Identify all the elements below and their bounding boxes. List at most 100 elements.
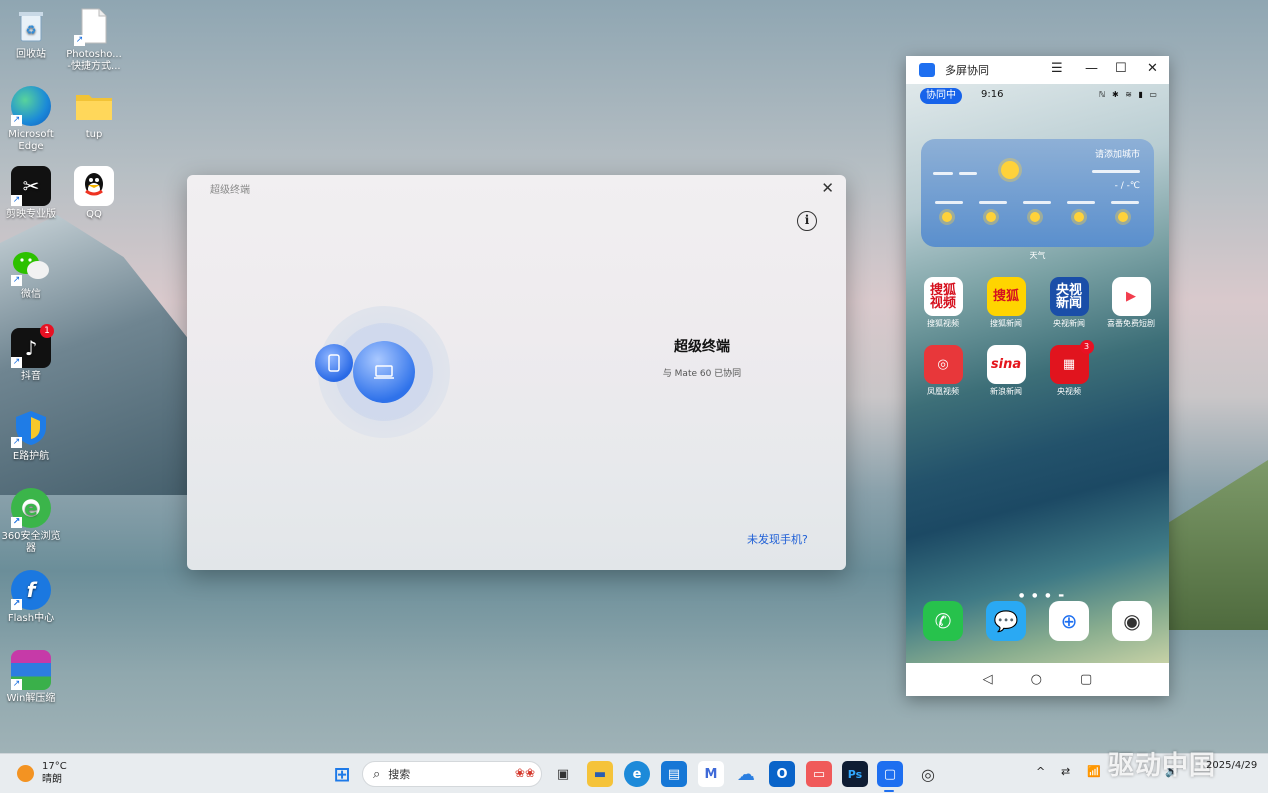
info-icon[interactable]: i: [797, 211, 817, 231]
forecast-bar: [979, 201, 1007, 204]
app-ifeng-video[interactable]: ◎ 凤凰视频: [915, 345, 971, 397]
app-cctv-news[interactable]: 央视 新闻 央视新闻: [1041, 277, 1097, 329]
shortcut-arrow-icon: ↗: [74, 35, 85, 46]
phone-device-orb[interactable]: [315, 344, 353, 382]
weather-temp: - / -℃: [1114, 181, 1140, 191]
desktop-icon-e-escort[interactable]: ↗ E路护航: [0, 408, 64, 463]
close-icon[interactable]: ✕: [821, 179, 834, 197]
shield-icon: ↗: [11, 408, 51, 448]
desktop-icon-label: QQ: [86, 209, 102, 220]
shortcut-arrow-icon: ↗: [11, 517, 22, 528]
edge-icon: ↗: [11, 86, 51, 126]
dock-messages-icon[interactable]: 💬: [986, 601, 1026, 641]
tray-network-icon[interactable]: 📶: [1087, 765, 1101, 778]
weather-city[interactable]: 请添加城市: [1095, 147, 1140, 160]
photoshop-icon[interactable]: Ps: [842, 761, 868, 787]
recents-icon[interactable]: ▢: [1080, 672, 1092, 687]
xifan-drama-icon: ▶: [1111, 277, 1151, 316]
multiscreen-taskbar-icon[interactable]: ▢: [877, 761, 903, 787]
desktop-icon-douyin[interactable]: ♪ 1 ↗ 抖音: [0, 324, 64, 383]
dock-browser-icon[interactable]: ⊕: [1049, 601, 1089, 641]
sun-icon: [942, 212, 952, 222]
app-cctv-video[interactable]: ▦ 3 央视频: [1041, 340, 1097, 397]
shortcut-arrow-icon: ↗: [11, 679, 22, 690]
forecast-bar: [1111, 201, 1139, 204]
desktop-icon-label: 剪映专业版: [6, 209, 56, 220]
laptop-device-orb[interactable]: [353, 341, 415, 403]
desktop-icon-photoshop-shortcut[interactable]: ↗ Photosho... -快捷方式...: [61, 6, 127, 73]
sun-icon: [1001, 161, 1019, 179]
desktop-icon-label: tup: [85, 129, 103, 140]
sun-icon: [1118, 212, 1128, 222]
desktop-icon-wechat[interactable]: ↗ 微信: [0, 246, 64, 301]
desktop-icon-capcut[interactable]: ✂ ↗ 剪映专业版: [0, 166, 64, 221]
phone-not-found-link[interactable]: 未发现手机?: [747, 531, 808, 547]
edge-icon[interactable]: e: [624, 761, 650, 787]
desktop-icon-360-browser[interactable]: e ↗ 360安全浏览 器: [0, 488, 64, 555]
phone-icon: [328, 354, 340, 372]
search-highlight-icon: ❀❀: [514, 766, 535, 780]
file-explorer-icon[interactable]: ▬: [587, 761, 613, 787]
dock-camera-icon[interactable]: ◉: [1112, 601, 1152, 641]
menu-icon[interactable]: ☰: [1051, 61, 1063, 76]
outlook-icon[interactable]: O: [769, 761, 795, 787]
weather-placeholder-bar: [933, 172, 953, 175]
onedrive-icon[interactable]: ☁: [733, 761, 759, 787]
desktop-icon-win-unzip[interactable]: ↗ Win解压缩: [0, 650, 64, 705]
sun-icon: [1030, 212, 1040, 222]
task-view-icon[interactable]: ▣: [550, 761, 576, 787]
dock-phone-icon[interactable]: ✆: [923, 601, 963, 641]
phone-time: 9:16: [981, 89, 1004, 100]
home-icon[interactable]: ○: [1031, 672, 1042, 687]
desktop-icon-edge[interactable]: ↗ Microsoft Edge: [0, 86, 64, 153]
cctv-video-icon: ▦ 3: [1049, 340, 1094, 384]
back-icon[interactable]: ◁: [983, 672, 993, 687]
desktop-icon-qq[interactable]: QQ: [61, 166, 127, 221]
weather-sun-icon[interactable]: [17, 765, 34, 782]
ifeng-video-icon: ◎: [923, 345, 963, 384]
taskbar-weather[interactable]: 17°C 晴朗: [42, 760, 67, 786]
sun-icon: [986, 212, 996, 222]
app-label: 凤凰视频: [927, 387, 959, 396]
app-sina-news[interactable]: sina 新浪新闻: [978, 345, 1034, 397]
douyin-icon: ♪ 1 ↗: [11, 324, 54, 368]
desktop-icon-label: Flash中心: [7, 613, 55, 624]
shortcut-arrow-icon: ↗: [11, 195, 22, 206]
app-m-icon[interactable]: M: [698, 761, 724, 787]
watermark: 驱动中国: [1108, 751, 1217, 781]
search-box[interactable]: ⌕ 搜索 ❀❀: [362, 761, 542, 787]
desktop-icon-label: Microsoft Edge: [8, 129, 54, 152]
app-sohu-news[interactable]: 搜狐 搜狐新闻: [978, 277, 1034, 329]
weather-widget[interactable]: 请添加城市 - / -℃: [921, 139, 1154, 247]
weather-widget-label: 天气: [1029, 251, 1046, 260]
cctv-news-icon: 央视 新闻: [1049, 277, 1089, 316]
desktop-icon-folder-tup[interactable]: tup: [61, 86, 127, 141]
close-button[interactable]: ✕: [1147, 61, 1158, 76]
taskbar-clock[interactable]: 2025/4/29: [1206, 760, 1257, 772]
shortcut-arrow-icon: ↗: [11, 275, 22, 286]
cctv-video-glyph: ▦: [1062, 357, 1076, 372]
desktop-icon-label: 微信: [21, 289, 41, 300]
window-title: 多屏协同: [945, 64, 989, 77]
app-xifan-drama[interactable]: ▶ 喜番免费短剧: [1103, 277, 1159, 329]
browser-360-icon: e ↗: [11, 488, 51, 528]
desktop-icon-recycle-bin[interactable]: ♻ 回收站: [0, 6, 64, 61]
minimize-button[interactable]: —: [1085, 61, 1098, 76]
recorder-icon[interactable]: ◎: [915, 761, 941, 787]
start-button[interactable]: ⊞: [329, 761, 355, 787]
phone-status-icons: ℕ ✱ ≋ ▮ ▭: [1099, 90, 1159, 99]
gift-icon[interactable]: ▭: [806, 761, 832, 787]
collab-status-pill[interactable]: 协同中: [920, 88, 962, 104]
desktop-icon-label: Photosho... -快捷方式...: [66, 49, 122, 72]
search-placeholder: 搜索: [388, 768, 411, 781]
app-sohu-video[interactable]: 搜狐 视频 搜狐视频: [915, 277, 971, 329]
sun-icon: [1074, 212, 1084, 222]
sohu-video-icon: 搜狐 视频: [923, 277, 963, 316]
desktop-icon-flash-center[interactable]: f ↗ Flash中心: [0, 570, 64, 625]
phone-screen[interactable]: 协同中 9:16 ℕ ✱ ≋ ▮ ▭ 请添加城市 - / -℃ 天气 搜狐 视频…: [906, 84, 1169, 663]
recycle-bin-icon: ♻: [11, 6, 51, 46]
tray-switch-icon[interactable]: ⇄: [1061, 765, 1070, 778]
maximize-button[interactable]: ☐: [1115, 61, 1127, 76]
tray-overflow-chevron-icon[interactable]: ^: [1036, 765, 1045, 778]
store-icon[interactable]: ▤: [661, 761, 687, 787]
